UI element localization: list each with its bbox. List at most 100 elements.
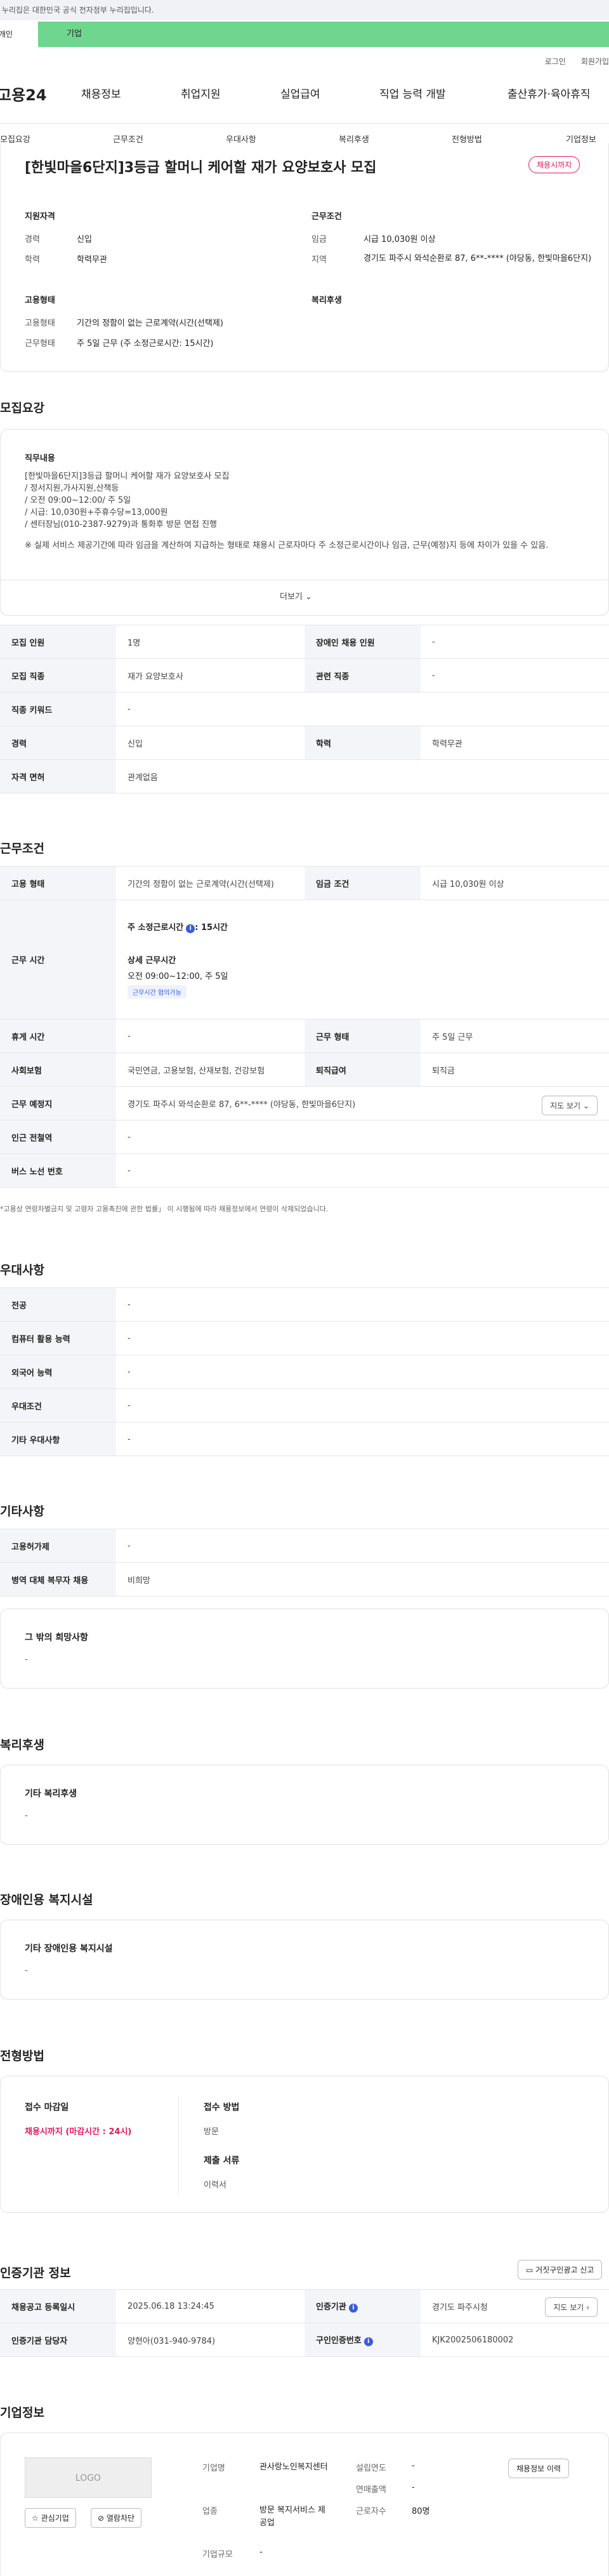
segment-personal[interactable]: 개인 — [0, 22, 38, 47]
table-header: 직종 키워드 — [0, 692, 116, 726]
table-row: 근무 예정지 경기도 파주시 와석순환로 87, 6**-**** (야당동, 한… — [0, 1086, 609, 1120]
found-label: 설립연도 — [356, 2464, 386, 2473]
map-button[interactable]: 지도 보기 ⌄ — [542, 1096, 598, 1115]
block-view-button[interactable]: ⊘ 열람차단 — [91, 2508, 142, 2528]
disabled-value: - — [25, 1966, 28, 1975]
table-header: 채용공고 등록일시 — [0, 2289, 116, 2323]
disabled-card: 기타 장애인용 복지시설 - — [0, 1920, 609, 2000]
table-row: 자격 면허 관계없음 — [0, 759, 609, 793]
career-value: 신입 — [77, 235, 92, 244]
table-row: 채용공고 등록일시 2025.06.18 13:24:45 인증기관 i 경기도 파주시… — [0, 2289, 609, 2323]
nav-unemployment-benefit[interactable]: 실업급여 — [280, 85, 320, 101]
segment-company-label: 기업 — [67, 29, 82, 39]
company-card: LOGO ☆ 관심기업 ⊘ 열람차단 기업명 관사랑노인복지센터 설립연도 - … — [0, 2433, 609, 2576]
chevron-down-icon: ⌄ — [305, 592, 312, 602]
agency-section-title: 인증기관 정보 — [0, 2266, 71, 2280]
table-header: 인증기관 i — [304, 2289, 421, 2323]
work-type-value: 주 5일 근무 (주 소정근로시간: 15시간) — [77, 339, 214, 349]
etc-other-title: 그 밖의 희망사항 — [25, 1633, 88, 1643]
selection-section-title: 전형방법 — [0, 2049, 44, 2063]
pref-table: 전공 - 컴퓨터 활용 능력 - 외국어 능력 - 우대조건 - 기타 우대사항 - — [0, 1287, 609, 1456]
emp-type-row: 고용형태 기간의 정함이 없는 근로계약(시간(선택제) — [25, 316, 223, 328]
signup-link[interactable]: 회원가입 — [581, 57, 609, 66]
nav-jobs[interactable]: 채용정보 — [81, 85, 121, 101]
table-header: 경력 — [0, 726, 116, 760]
table-cell: 양현아(031-940-9784) — [116, 2323, 304, 2357]
table-header: 휴게 시간 — [0, 1019, 116, 1053]
login-link[interactable]: 로그인 — [545, 57, 566, 66]
workcond-table: 고용 형태 기간의 정함이 없는 근로계약(시간(선택제) 임금 조건 시급 10,0… — [0, 866, 609, 1188]
place-value: 경기도 파주시 와석순환로 87, 6**-**** (야당동, 한빛마을6단지… — [128, 1099, 356, 1110]
report-label: 거짓구인광고 신고 — [535, 2266, 594, 2274]
report-false-ad-button[interactable]: ▭ 거짓구인광고 신고 — [518, 2260, 603, 2280]
method-value: 방문 — [204, 2127, 219, 2137]
area-label: 지역 — [311, 255, 327, 265]
table-cell: - — [116, 1019, 304, 1053]
duty-card: 직무내용 [한빛마을6단지]3등급 할머니 케어할 재가 요양보호사 모집 / … — [0, 429, 609, 616]
area-row: 지역 경기도 파주시 와석순환로 87, 6**-**** (야당동, 한빛마을6… — [311, 253, 591, 265]
industry-label: 업종 — [202, 2507, 218, 2516]
table-row: 우대조건 - — [0, 1388, 609, 1423]
table-cell: - — [116, 1422, 609, 1456]
table-cell: - — [116, 1388, 609, 1423]
table-header: 장애인 채용 인원 — [304, 625, 421, 659]
segment-company[interactable]: 기업 — [38, 22, 609, 47]
table-header: 우대조건 — [0, 1388, 116, 1423]
main-nav: 고용24 채용정보 취업지원 실업급여 직업 능력 개발 출산휴가·육아휴직 — [0, 83, 609, 113]
table-cell: - — [116, 1321, 609, 1355]
table-row: 인근 전철역 - — [0, 1120, 609, 1154]
chevron-right-icon: › — [586, 2303, 589, 2312]
table-cell: - — [116, 1120, 609, 1154]
table-cell: - — [421, 625, 609, 659]
table-cell: 기간의 정함이 없는 근로계약(시간(선택제) — [116, 866, 304, 900]
status-badge: 채용시까지 — [528, 156, 580, 173]
table-cell: KJK2002506180002 — [421, 2323, 609, 2357]
table-row: 인증기관 담당자 양현아(031-940-9784) 구인인증번호 i KJK20025… — [0, 2323, 609, 2357]
emp-title: 고용형태 — [25, 296, 55, 305]
org-value: 경기도 파주시청 — [432, 2302, 488, 2313]
table-header: 자격 면허 — [0, 759, 116, 793]
chevron-down-icon: ⌄ — [582, 1101, 589, 1110]
info-icon[interactable]: i — [363, 2337, 373, 2346]
table-cell: 2025.06.18 13:24:45 — [116, 2289, 304, 2323]
method-title: 접수 방법 — [204, 2102, 240, 2113]
duty-title: 직무내용 — [25, 454, 55, 463]
table-header: 인증기관 담당자 — [0, 2323, 116, 2357]
nav-parental-leave[interactable]: 출산휴가·육아휴직 — [508, 85, 591, 101]
work-type-row: 근무형태 주 5일 근무 (주 소정근로시간: 15시간) — [25, 336, 213, 349]
hiring-history-button[interactable]: 채용정보 이력 — [508, 2459, 570, 2478]
scale-value: - — [259, 2547, 263, 2557]
id-label: 구인인증번호 — [316, 2336, 362, 2346]
recruit-table: 모집 인원 1명 장애인 채용 인원 - 모집 직종 재가 요양보호사 관련 직종 - 직종… — [0, 625, 609, 793]
wage-value: 시급 10,030원 이상 — [363, 235, 436, 244]
table-row: 외국어 능력 - — [0, 1355, 609, 1389]
edu-value: 학력무관 — [77, 255, 107, 265]
site-logo[interactable]: 고용24 — [0, 83, 47, 105]
industry-value: 방문 복지서비스 제공업 — [259, 2506, 325, 2528]
favorite-label: 관심기업 — [41, 2514, 69, 2523]
nav-job-training[interactable]: 직업 능력 개발 — [379, 85, 446, 101]
table-cell: 퇴직금 — [421, 1052, 609, 1087]
more-button[interactable]: 더보기 ⌄ — [280, 590, 312, 602]
info-icon[interactable]: i — [348, 2304, 358, 2313]
agency-map-button[interactable]: 지도 보기 › — [545, 2297, 598, 2317]
duty-text: [한빛마을6단지]3등급 할머니 케어할 재가 요양보호사 모집 / 정서지원,… — [25, 470, 570, 552]
table-cell: 신입 — [116, 726, 304, 760]
etc-table: 고용허가제 - 병역 대체 복무자 채용 비희망 — [0, 1529, 609, 1597]
welfare-value: - — [25, 1811, 28, 1821]
nav-employment-support[interactable]: 취업지원 — [181, 85, 221, 101]
table-cell: 재가 요양보호사 — [116, 658, 304, 693]
qual-title: 지원자격 — [25, 212, 55, 222]
table-header: 학력 — [304, 726, 421, 760]
table-row: 경력 신입 학력 학력무관 — [0, 726, 609, 760]
hours-detail-title: 상세 근무시간 — [128, 956, 176, 966]
table-header: 관련 직종 — [304, 658, 421, 693]
recruit-section-title: 모집요강 — [0, 401, 44, 415]
table-header: 버스 노선 번호 — [0, 1153, 116, 1188]
user-segment-bar: 개인 기업 — [0, 22, 609, 47]
favorite-company-button[interactable]: ☆ 관심기업 — [25, 2508, 76, 2528]
hours-week-value: : 15시간 — [195, 923, 228, 933]
table-cell: - — [116, 1355, 609, 1389]
hours-detail: 오전 09:00~12:00, 주 5일 — [128, 972, 228, 981]
info-icon[interactable]: i — [186, 924, 195, 933]
